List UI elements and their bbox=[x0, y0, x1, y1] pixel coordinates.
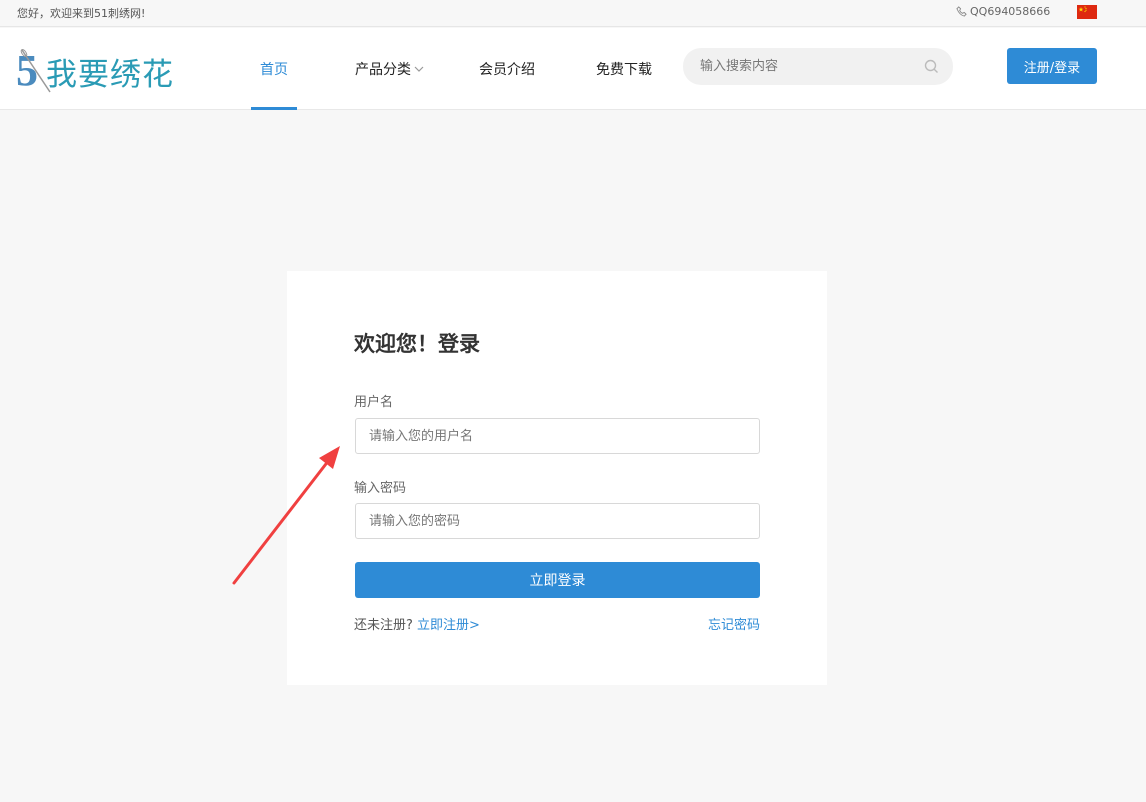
nav-membership[interactable]: 会员介绍 bbox=[479, 28, 535, 110]
password-input[interactable] bbox=[355, 503, 760, 539]
login-submit-button[interactable]: 立即登录 bbox=[355, 562, 760, 598]
login-footer: 还未注册? 立即注册> 忘记密码 bbox=[354, 614, 760, 633]
qq-number: QQ694058666 bbox=[970, 5, 1051, 18]
nav-free-download-label: 免费下载 bbox=[596, 62, 652, 78]
qq-contact[interactable]: QQ694058666 bbox=[956, 5, 1050, 18]
needle-icon bbox=[20, 49, 51, 93]
search-icon[interactable] bbox=[924, 59, 939, 74]
search-box bbox=[683, 48, 953, 85]
chevron-down-icon bbox=[414, 66, 424, 72]
top-bar: 您好，欢迎来到51刺绣网! QQ694058666 bbox=[0, 0, 1146, 27]
nav-product-categories[interactable]: 产品分类 bbox=[355, 28, 424, 110]
nav-home-label: 首页 bbox=[260, 62, 288, 78]
login-card: 欢迎您！登录 用户名 输入密码 立即登录 还未注册? 立即注册> 忘记密码 bbox=[287, 271, 827, 685]
nav-home[interactable]: 首页 bbox=[251, 28, 297, 110]
register-now-link[interactable]: 立即注册> bbox=[417, 618, 480, 633]
login-title: 欢迎您！登录 bbox=[354, 332, 480, 356]
site-logo[interactable]: 5 我要绣花 bbox=[16, 44, 174, 98]
username-input[interactable] bbox=[355, 418, 760, 454]
welcome-text: 您好，欢迎来到51刺绣网! bbox=[17, 7, 146, 20]
phone-icon bbox=[956, 6, 967, 17]
forgot-password-link[interactable]: 忘记密码 bbox=[708, 614, 760, 633]
site-header: 5 我要绣花 首页 产品分类 会员介绍 免费下载 注册/登录 bbox=[0, 28, 1146, 110]
register-login-button[interactable]: 注册/登录 bbox=[1007, 48, 1097, 84]
logo-text: 我要绣花 bbox=[46, 56, 174, 93]
username-label: 用户名 bbox=[354, 395, 394, 410]
search-input[interactable] bbox=[700, 57, 910, 75]
nav-product-categories-label: 产品分类 bbox=[355, 62, 411, 78]
china-flag-icon[interactable] bbox=[1077, 5, 1097, 19]
not-registered-text: 还未注册? bbox=[354, 618, 413, 633]
nav-membership-label: 会员介绍 bbox=[479, 62, 535, 78]
password-label: 输入密码 bbox=[354, 481, 407, 496]
nav-free-download[interactable]: 免费下载 bbox=[596, 28, 652, 110]
